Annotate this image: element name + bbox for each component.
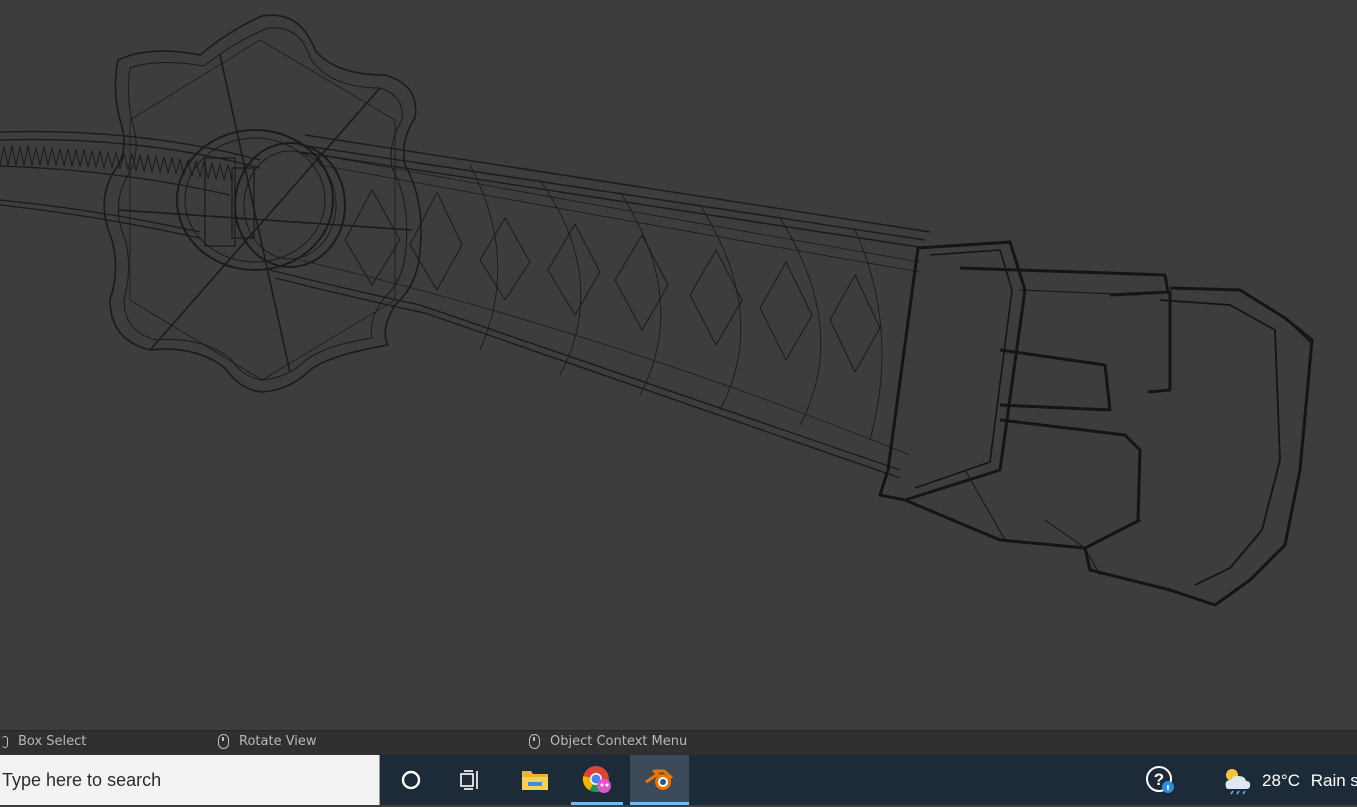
chrome-icon	[582, 766, 611, 793]
tsuba-wire	[103, 14, 422, 393]
taskbar-search-input[interactable]: Type here to search	[0, 755, 380, 805]
hint-label: Box Select	[18, 734, 87, 749]
hint-box-select: Box Select	[2, 734, 86, 749]
task-view-button[interactable]	[444, 755, 498, 805]
taskbar: Type here to search ? 28°C Rain s	[0, 755, 1357, 805]
file-explorer-button[interactable]	[508, 755, 562, 805]
kashira-wire	[878, 240, 1314, 607]
help-icon: ?	[1146, 766, 1174, 793]
3d-viewport[interactable]	[0, 0, 1357, 730]
search-placeholder: Type here to search	[2, 770, 162, 790]
hint-label: Rotate View	[239, 734, 317, 749]
tsuka-wire	[269, 134, 931, 479]
blender-button[interactable]	[630, 755, 689, 805]
weather-text[interactable]: 28°C Rain s	[1262, 755, 1357, 805]
status-bar: Box Select Rotate View Object Context Me…	[0, 730, 1357, 755]
chrome-button[interactable]	[571, 755, 623, 805]
task-view-icon	[460, 770, 478, 790]
help-button[interactable]: ?	[1140, 755, 1180, 805]
weather-temperature: 28°C	[1262, 771, 1300, 790]
file-explorer-icon	[522, 771, 548, 790]
hint-label: Object Context Menu	[550, 734, 688, 749]
weather-rain-icon	[1225, 769, 1251, 795]
mouse-middle-icon	[218, 734, 229, 749]
habaki-wire	[176, 129, 346, 271]
mouse-right-icon	[529, 734, 540, 749]
weather-condition: Rain s	[1310, 771, 1357, 790]
weather-button[interactable]	[1218, 755, 1256, 805]
cortana-button[interactable]	[384, 755, 438, 805]
mouse-left-icon	[2, 735, 8, 748]
cortana-icon	[401, 770, 421, 790]
blender-icon	[644, 769, 673, 790]
hint-rotate-view: Rotate View	[218, 734, 317, 749]
wireframe-model	[0, 14, 1314, 607]
hint-object-context-menu: Object Context Menu	[529, 734, 687, 749]
